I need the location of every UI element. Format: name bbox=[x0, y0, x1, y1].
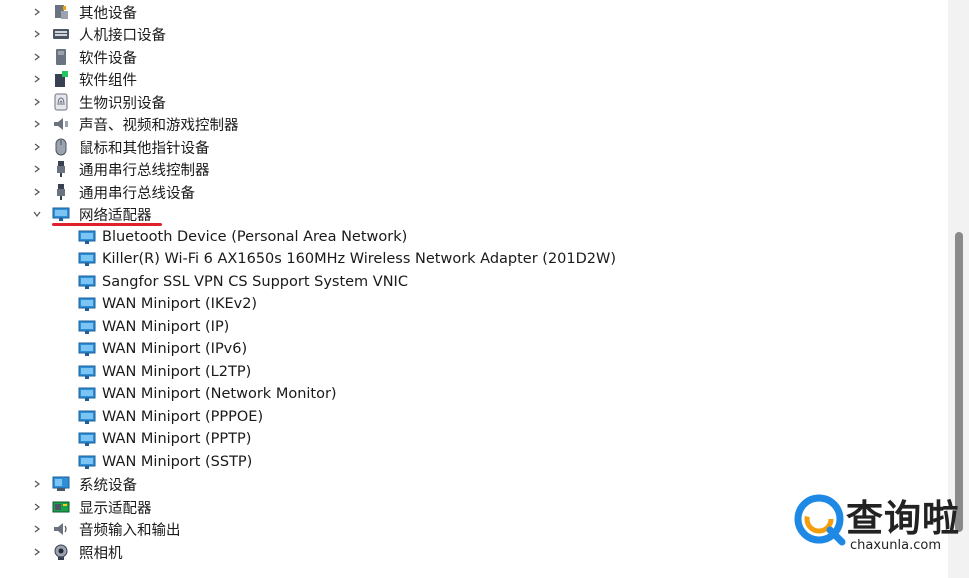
tree-item-mouse[interactable]: 鼠标和其他指针设备 bbox=[32, 136, 210, 158]
audio-icon bbox=[52, 520, 70, 538]
network-adapter-item[interactable]: WAN Miniport (PPTP) bbox=[78, 428, 251, 450]
tree-item-sound[interactable]: 声音、视频和游戏控制器 bbox=[32, 113, 239, 135]
system-device-icon bbox=[52, 475, 70, 493]
mouse-icon bbox=[52, 138, 70, 156]
chevron-right-icon[interactable] bbox=[32, 158, 42, 180]
tree-item-label: 网络适配器 bbox=[79, 207, 152, 224]
chevron-right-icon[interactable] bbox=[32, 181, 42, 203]
tree-item-label: 通用串行总线控制器 bbox=[79, 162, 210, 179]
camera-icon bbox=[52, 543, 70, 561]
watermark-text-en: chaxunla.com bbox=[850, 538, 941, 553]
hid-icon bbox=[52, 25, 70, 43]
network-adapter-icon bbox=[78, 318, 96, 336]
network-adapter-icon bbox=[78, 453, 96, 471]
tree-item-label: WAN Miniport (SSTP) bbox=[102, 454, 253, 470]
tree-item-software-device[interactable]: 软件设备 bbox=[32, 46, 137, 68]
usb-icon bbox=[52, 183, 70, 201]
tree-item-label: 软件组件 bbox=[79, 72, 137, 89]
tree-item-label: Sangfor SSL VPN CS Support System VNIC bbox=[102, 274, 408, 290]
chevron-right-icon[interactable] bbox=[32, 91, 42, 113]
network-adapter-icon bbox=[78, 250, 96, 268]
biometric-icon bbox=[52, 93, 70, 111]
tree-item-hid[interactable]: 人机接口设备 bbox=[32, 23, 166, 45]
watermark-logo: 查询啦 chaxunla.com bbox=[788, 488, 963, 563]
network-adapter-icon bbox=[78, 340, 96, 358]
tree-item-display-adapters[interactable]: 显示适配器 bbox=[32, 496, 152, 518]
chevron-right-icon[interactable] bbox=[32, 136, 42, 158]
software-device-icon bbox=[52, 48, 70, 66]
chevron-right-icon[interactable] bbox=[32, 23, 42, 45]
tree-item-label: 照相机 bbox=[79, 545, 123, 562]
tree-item-other-devices[interactable]: 其他设备 bbox=[32, 1, 137, 23]
tree-item-network-adapters[interactable]: 网络适配器 bbox=[32, 203, 152, 225]
chevron-right-icon[interactable] bbox=[32, 68, 42, 90]
chevron-right-icon[interactable] bbox=[32, 518, 42, 540]
chevron-right-icon[interactable] bbox=[32, 46, 42, 68]
tree-item-label: WAN Miniport (IPv6) bbox=[102, 341, 248, 357]
tree-item-label: 其他设备 bbox=[79, 5, 137, 22]
chevron-right-icon[interactable] bbox=[32, 496, 42, 518]
network-adapter-item[interactable]: WAN Miniport (SSTP) bbox=[78, 451, 252, 473]
other-devices-icon bbox=[52, 3, 70, 21]
tree-item-label: WAN Miniport (Network Monitor) bbox=[102, 386, 337, 402]
chevron-right-icon[interactable] bbox=[32, 473, 42, 495]
chevron-right-icon[interactable] bbox=[32, 1, 42, 23]
tree-item-camera[interactable]: 照相机 bbox=[32, 541, 123, 563]
chevron-down-icon[interactable] bbox=[32, 203, 42, 225]
network-adapter-item[interactable]: Bluetooth Device (Personal Area Network) bbox=[78, 226, 407, 248]
tree-item-biometric[interactable]: 生物识别设备 bbox=[32, 91, 166, 113]
network-adapter-icon bbox=[78, 228, 96, 246]
tree-item-label: WAN Miniport (PPPOE) bbox=[102, 409, 264, 425]
network-adapter-icon bbox=[78, 385, 96, 403]
software-component-icon bbox=[52, 70, 70, 88]
tree-item-label: 生物识别设备 bbox=[79, 95, 166, 112]
chevron-right-icon[interactable] bbox=[32, 113, 42, 135]
network-adapter-icon bbox=[78, 363, 96, 381]
tree-item-label: 系统设备 bbox=[79, 477, 137, 494]
network-adapter-icon bbox=[52, 205, 70, 223]
network-adapter-item[interactable]: WAN Miniport (Network Monitor) bbox=[78, 383, 337, 405]
tree-item-label: WAN Miniport (IKEv2) bbox=[102, 296, 258, 312]
network-adapter-item[interactable]: Sangfor SSL VPN CS Support System VNIC bbox=[78, 271, 408, 293]
tree-item-label: 软件设备 bbox=[79, 50, 137, 67]
tree-item-label: Bluetooth Device (Personal Area Network) bbox=[102, 229, 408, 245]
tree-item-label: 人机接口设备 bbox=[79, 27, 166, 44]
tree-item-usb-controller[interactable]: 通用串行总线控制器 bbox=[32, 158, 210, 180]
network-adapter-icon bbox=[78, 273, 96, 291]
tree-item-label: 显示适配器 bbox=[79, 500, 152, 517]
display-adapter-icon bbox=[52, 498, 70, 516]
tree-item-audio-io[interactable]: 音频输入和输出 bbox=[32, 518, 181, 540]
tree-item-system-devices[interactable]: 系统设备 bbox=[32, 473, 137, 495]
tree-item-label: Killer(R) Wi-Fi 6 AX1650s 160MHz Wireles… bbox=[102, 251, 617, 267]
tree-item-label: 通用串行总线设备 bbox=[79, 185, 195, 202]
usb-icon bbox=[52, 160, 70, 178]
chevron-right-icon[interactable] bbox=[32, 541, 42, 563]
network-adapter-icon bbox=[78, 430, 96, 448]
network-adapter-item[interactable]: WAN Miniport (L2TP) bbox=[78, 361, 251, 383]
tree-item-software-component[interactable]: 软件组件 bbox=[32, 68, 137, 90]
tree-item-label: 音频输入和输出 bbox=[79, 522, 181, 539]
network-adapter-item[interactable]: Killer(R) Wi-Fi 6 AX1650s 160MHz Wireles… bbox=[78, 248, 616, 270]
tree-item-label: 声音、视频和游戏控制器 bbox=[79, 117, 239, 134]
tree-item-label: WAN Miniport (PPTP) bbox=[102, 431, 252, 447]
network-adapter-icon bbox=[78, 295, 96, 313]
network-adapter-item[interactable]: WAN Miniport (PPPOE) bbox=[78, 406, 263, 428]
network-adapter-item[interactable]: WAN Miniport (IPv6) bbox=[78, 338, 247, 360]
tree-item-label: WAN Miniport (L2TP) bbox=[102, 364, 252, 380]
watermark-q-icon bbox=[794, 494, 846, 546]
network-adapter-icon bbox=[78, 408, 96, 426]
sound-icon bbox=[52, 115, 70, 133]
watermark-text-cn: 查询啦 bbox=[846, 497, 960, 540]
scrollbar-thumb[interactable] bbox=[955, 232, 963, 532]
tree-item-label: WAN Miniport (IP) bbox=[102, 319, 230, 335]
network-adapter-item[interactable]: WAN Miniport (IP) bbox=[78, 316, 229, 338]
tree-item-label: 鼠标和其他指针设备 bbox=[79, 140, 210, 157]
tree-item-usb-device[interactable]: 通用串行总线设备 bbox=[32, 181, 195, 203]
network-adapter-item[interactable]: WAN Miniport (IKEv2) bbox=[78, 293, 257, 315]
